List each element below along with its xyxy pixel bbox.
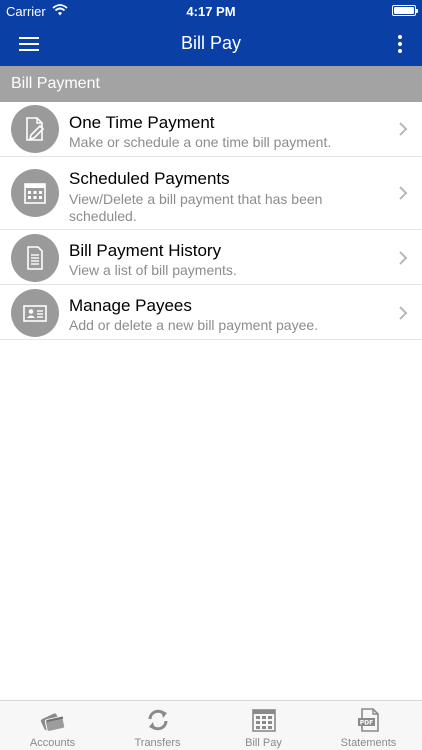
more-options-button[interactable] [390,32,410,56]
more-vertical-icon [398,35,402,39]
item-subtitle: View a list of bill payments. [69,262,237,278]
item-title: One Time Payment [69,113,215,132]
bill-payment-history-row[interactable]: Bill Payment History View a list of bill… [0,230,422,285]
tab-label: Statements [340,737,397,749]
tab-bar: Accounts Transfers Bill Pay PDF Statemen… [0,700,422,750]
calendar-icon [11,169,59,217]
tab-label: Bill Pay [245,737,282,749]
item-title: Scheduled Payments [69,169,230,188]
item-subtitle: View/Delete a bill payment that has been… [69,191,323,224]
one-time-payment-row[interactable]: One Time Payment Make or schedule a one … [0,102,422,157]
item-title: Manage Payees [69,296,192,315]
svg-text:PDF: PDF [360,720,373,727]
chevron-right-icon [399,251,408,265]
item-subtitle: Make or schedule a one time bill payment… [69,134,332,150]
calendar-icon [252,709,276,732]
document-list-icon [11,234,59,282]
item-title: Bill Payment History [69,241,222,260]
section-header: Bill Payment [0,66,422,102]
nav-bar: Bill Pay [0,22,422,66]
chevron-right-icon [399,306,408,320]
tab-label: Accounts [29,737,76,749]
pdf-icon: PDF [358,708,379,732]
tab-label: Transfers [134,737,181,749]
scheduled-payments-row[interactable]: Scheduled Payments View/Delete a bill pa… [0,157,422,230]
clock: 4:17 PM [186,4,236,19]
cards-icon [40,713,66,732]
document-pencil-icon [11,105,59,153]
tab-bill-pay[interactable]: Bill Pay [211,701,316,750]
refresh-icon [148,709,168,731]
manage-payees-row[interactable]: Manage Payees Add or delete a new bill p… [0,285,422,340]
chevron-right-icon [399,186,408,200]
id-card-icon [11,289,59,337]
item-subtitle: Add or delete a new bill payment payee. [69,317,319,333]
status-bar: Carrier 4:17 PM [0,0,422,22]
tab-transfers[interactable]: Transfers [105,701,210,750]
tab-statements[interactable]: PDF Statements [316,701,421,750]
tab-accounts[interactable]: Accounts [0,701,105,750]
chevron-right-icon [399,122,408,136]
page-title: Bill Pay [180,33,242,53]
battery-icon [392,5,418,16]
bill-pay-menu-list: One Time Payment Make or schedule a one … [0,102,422,340]
